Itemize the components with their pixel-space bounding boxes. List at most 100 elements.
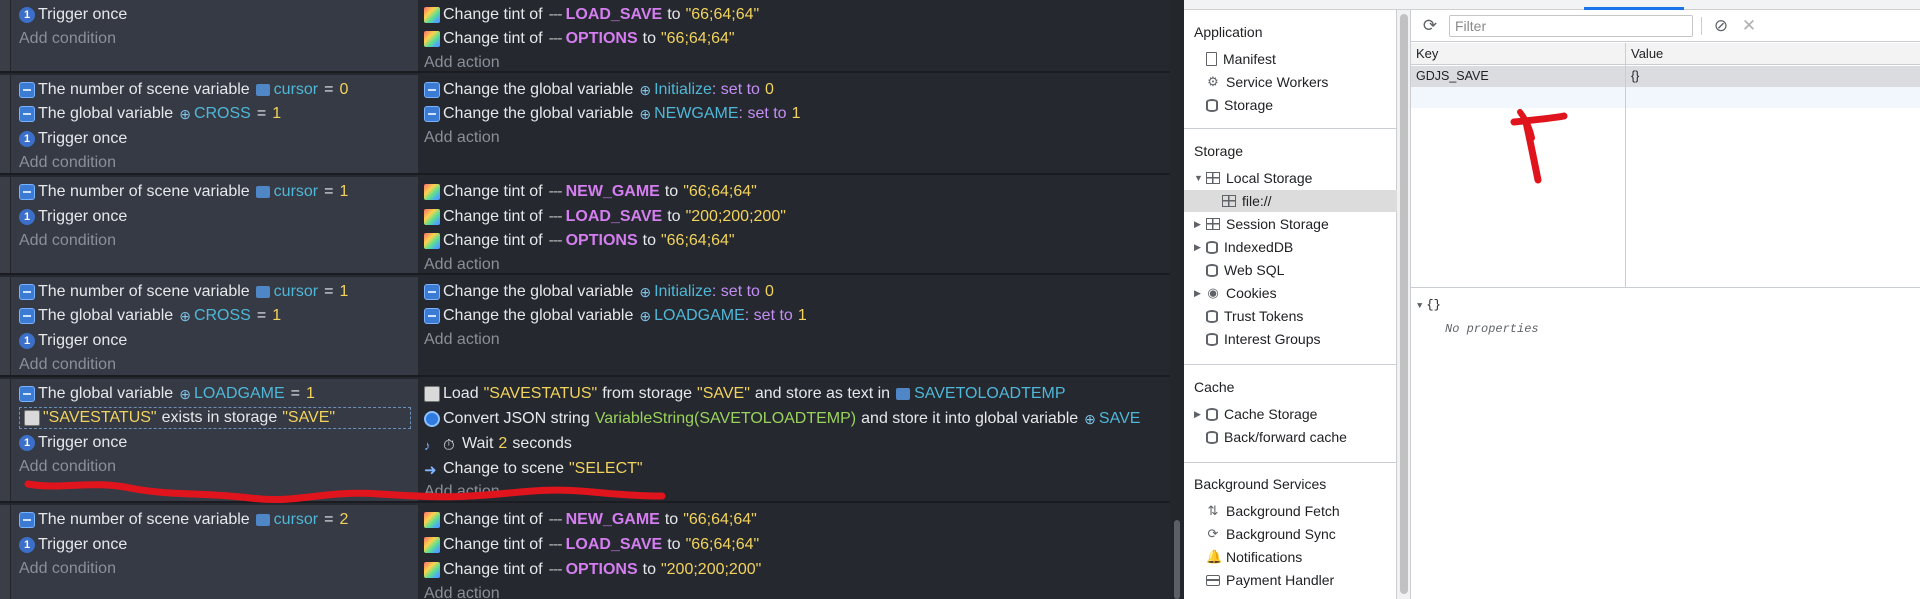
add-condition-link[interactable]: Add condition (19, 28, 116, 50)
sidebar-item-cache-storage[interactable]: ▶ Cache Storage (1194, 403, 1394, 425)
add-action-link[interactable]: Add action (424, 127, 500, 149)
table-row[interactable]: GDJS_SAVE {} (1411, 66, 1920, 87)
condition[interactable]: 1 Trigger once (19, 432, 127, 454)
collapsed-triangle-icon[interactable]: ▶ (1194, 409, 1206, 420)
tint-value[interactable]: "66;64;64" (661, 29, 735, 49)
value[interactable]: 1 (339, 282, 348, 302)
refresh-icon[interactable]: ⟳ (1421, 16, 1439, 36)
add-action-link[interactable]: Add action (424, 52, 500, 74)
condition[interactable]: The number of scene variable cursor = 0 (19, 79, 348, 101)
value[interactable]: 2 (339, 510, 348, 530)
condition[interactable]: The global variable ⊕ LOADGAME = 1 (19, 383, 315, 405)
event-conditions[interactable]: The number of scene variable cursor = 1 1 Tr… (10, 177, 418, 273)
value[interactable]: 0 (765, 282, 774, 302)
collapsed-triangle-icon[interactable]: ▶ (1194, 219, 1206, 230)
object-name[interactable]: NEW_GAME (566, 182, 660, 202)
action[interactable]: Convert JSON string VariableString(SAVETO… (424, 408, 1140, 430)
tint-value[interactable]: "200;200;200" (686, 207, 786, 227)
delete-selected-icon[interactable]: ✕ (1740, 16, 1758, 36)
sidebar-item-local-storage[interactable]: ▼ Local Storage (1194, 167, 1394, 189)
sidebar-item-session-storage[interactable]: ▶ Session Storage (1194, 213, 1394, 235)
action[interactable]: Change the global variable ⊕ LOADGAME: set… (424, 305, 807, 327)
event-block[interactable]: The number of scene variable cursor = 1 The… (0, 277, 1170, 377)
column-header-key[interactable]: Key (1411, 43, 1625, 65)
sidebar-item-cookies[interactable]: ▶ ◉ Cookies (1194, 282, 1394, 304)
variable-name[interactable]: SAVETOLOADTEMP (914, 384, 1065, 404)
event-handle[interactable] (0, 0, 10, 71)
expression[interactable]: VariableString(SAVETOLOADTEMP) (595, 409, 856, 429)
object-name[interactable]: OPTIONS (566, 29, 638, 49)
devtools-tabbar[interactable] (1184, 0, 1920, 10)
object-name[interactable]: LOAD_SAVE (566, 5, 663, 25)
action[interactable]: Change the global variable ⊕ NEWGAME: set … (424, 103, 800, 125)
add-action-link[interactable]: Add action (424, 254, 500, 276)
event-block[interactable]: The number of scene variable cursor = 2 1 Tr… (0, 505, 1170, 599)
object-name[interactable]: OPTIONS (566, 231, 638, 251)
preview-root[interactable]: ▼ {} (1417, 298, 1441, 312)
condition-selected[interactable]: "SAVESTATUS" exists in storage "SAVE" (19, 407, 411, 429)
tint-value[interactable]: "66;64;64" (686, 535, 760, 555)
condition[interactable]: 1 Trigger once (19, 330, 127, 352)
sidebar-item-manifest[interactable]: Manifest (1194, 48, 1394, 70)
event-actions[interactable]: Change tint of --- NEW_GAME to "66;64;64" Ch… (420, 505, 1170, 599)
condition[interactable]: 1 Trigger once (19, 4, 127, 26)
value[interactable]: 1 (272, 306, 281, 326)
sidebar-item-web-sql[interactable]: Web SQL (1194, 259, 1394, 281)
variable-name[interactable]: LOADGAME (194, 384, 285, 404)
filter-input[interactable] (1449, 14, 1693, 37)
clear-all-icon[interactable]: ⊘ (1712, 16, 1730, 36)
value[interactable]: 1 (306, 384, 315, 404)
action[interactable]: Change the global variable ⊕ Initialize: s… (424, 281, 774, 303)
variable-name[interactable]: CROSS (194, 306, 251, 326)
tint-value[interactable]: "66;64;64" (661, 231, 735, 251)
tint-value[interactable]: "66;64;64" (683, 182, 757, 202)
event-block[interactable]: 1 Trigger once Add condition Change tint … (0, 0, 1170, 73)
event-handle[interactable] (0, 505, 10, 599)
action[interactable]: Change tint of --- LOAD_SAVE to "200;200;200… (424, 206, 786, 228)
variable-name[interactable]: cursor (274, 182, 318, 202)
add-action-link[interactable]: Add action (424, 329, 500, 351)
sidebar-item-notifications[interactable]: 🔔 Notifications (1194, 546, 1394, 568)
sidebar-item-payment-handler[interactable]: Payment Handler (1194, 569, 1394, 591)
condition[interactable]: 1 Trigger once (19, 534, 127, 556)
value[interactable]: 1 (339, 182, 348, 202)
sidebar-item-back-forward-cache[interactable]: Back/forward cache (1194, 426, 1394, 448)
action[interactable]: Change tint of --- OPTIONS to "200;200;200" (424, 559, 761, 581)
event-conditions[interactable]: 1 Trigger once Add condition (10, 0, 418, 71)
object-name[interactable]: NEW_GAME (566, 510, 660, 530)
event-actions[interactable]: Change tint of --- LOAD_SAVE to "66;64;64" C… (420, 0, 1170, 71)
storage-name[interactable]: "SAVE" (697, 384, 750, 404)
add-condition-link[interactable]: Add condition (19, 152, 116, 174)
condition[interactable]: 1 Trigger once (19, 206, 127, 228)
event-block[interactable]: The number of scene variable cursor = 1 1 Tr… (0, 177, 1170, 275)
condition[interactable]: The number of scene variable cursor = 2 (19, 509, 348, 531)
expanded-triangle-icon[interactable]: ▼ (1417, 301, 1422, 311)
scrollbar-thumb[interactable] (1400, 14, 1408, 594)
condition[interactable]: The number of scene variable cursor = 1 (19, 281, 348, 303)
event-handle[interactable] (0, 75, 10, 173)
variable-name[interactable]: LOADGAME (654, 306, 745, 326)
value[interactable]: 0 (765, 80, 774, 100)
variable-name[interactable]: cursor (274, 282, 318, 302)
object-name[interactable]: LOAD_SAVE (566, 207, 663, 227)
key-cell[interactable]: GDJS_SAVE (1411, 66, 1489, 87)
event-conditions[interactable]: The number of scene variable cursor = 1 The… (10, 277, 418, 375)
sidebar-item-background-sync[interactable]: ⟳ Background Sync (1194, 523, 1394, 545)
action[interactable]: Change tint of --- NEW_GAME to "66;64;64" (424, 181, 757, 203)
sidebar-item-file-origin[interactable]: file:// (1184, 190, 1397, 212)
variable-name[interactable]: CROSS (194, 104, 251, 124)
value[interactable]: 1 (272, 104, 281, 124)
condition[interactable]: The global variable ⊕ CROSS = 1 (19, 305, 281, 327)
condition[interactable]: 1 Trigger once (19, 128, 127, 150)
sidebar-scrollbar[interactable] (1397, 10, 1411, 599)
sidebar-item-background-fetch[interactable]: ⇅ Background Fetch (1194, 500, 1394, 522)
object-name[interactable]: OPTIONS (566, 560, 638, 580)
sidebar-item-storage[interactable]: Storage (1194, 94, 1394, 116)
variable-name[interactable]: NEWGAME (654, 104, 738, 124)
column-header-value[interactable]: Value (1626, 43, 1920, 65)
variable-name[interactable]: Initialize (654, 80, 712, 100)
sidebar-item-service-workers[interactable]: ⚙ Service Workers (1194, 71, 1394, 93)
sidebar-item-interest-groups[interactable]: Interest Groups (1194, 328, 1394, 350)
scrollbar-thumb[interactable] (1174, 520, 1180, 599)
value[interactable]: 0 (339, 80, 348, 100)
